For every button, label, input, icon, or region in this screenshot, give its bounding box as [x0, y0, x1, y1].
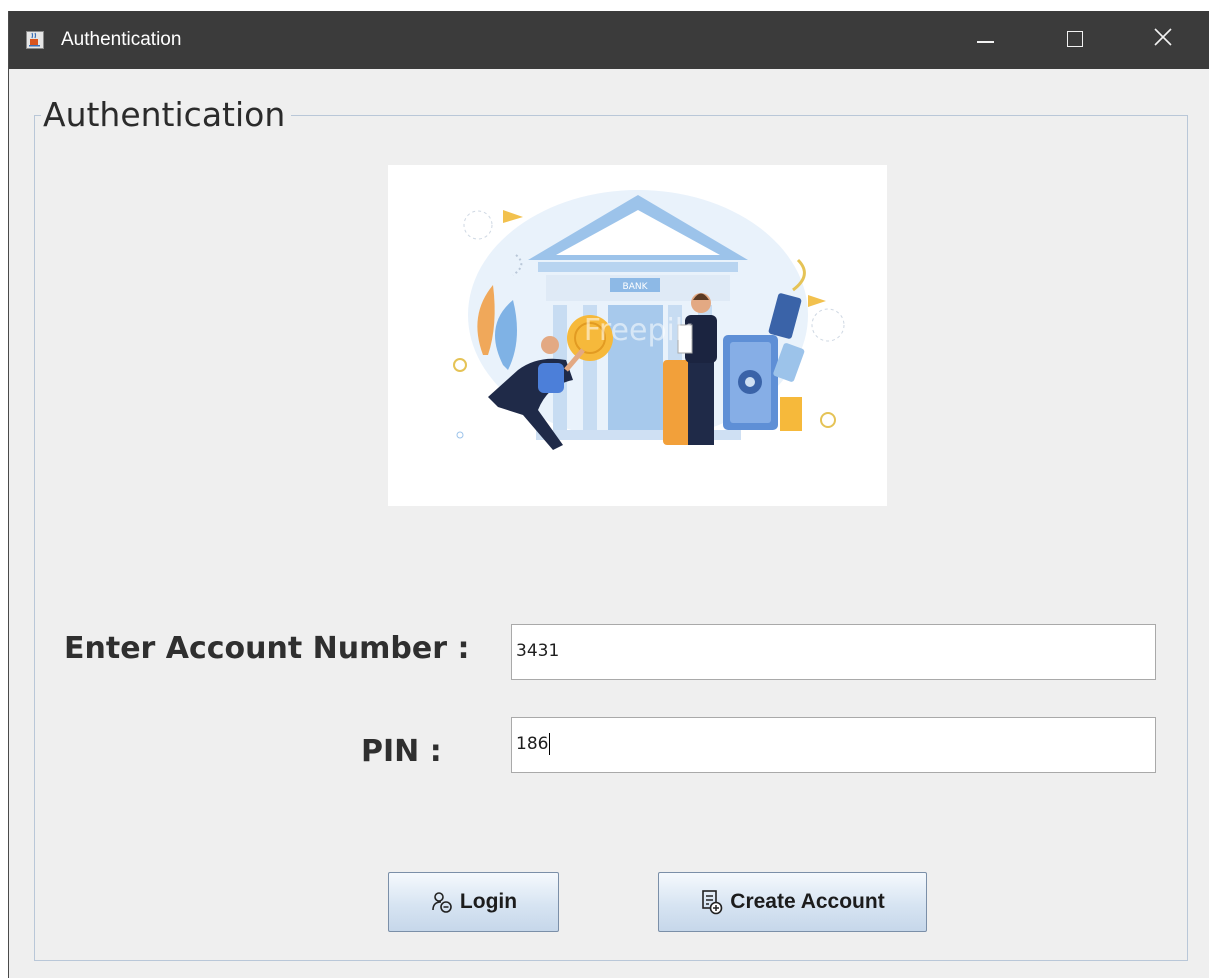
maximize-button[interactable]	[1045, 11, 1105, 69]
java-cup-icon	[26, 31, 44, 49]
panel-legend: Authentication	[41, 95, 292, 135]
text-caret	[549, 733, 551, 755]
add-document-icon	[702, 890, 723, 915]
bank-illustration: BANK Freepik	[388, 165, 887, 506]
title-bar[interactable]: Authentication	[9, 11, 1209, 69]
pin-label: PIN :	[361, 734, 442, 769]
minimize-button[interactable]	[955, 11, 1015, 69]
create-account-button[interactable]: Create Account	[658, 872, 927, 932]
maximize-icon	[1067, 31, 1083, 47]
pin-value: 186	[516, 734, 549, 754]
bank-sign-text: BANK	[623, 282, 649, 292]
user-login-icon	[432, 892, 452, 913]
close-icon	[1154, 28, 1172, 46]
authentication-window: Authentication Authentication BANK Freep…	[8, 11, 1209, 978]
minimize-icon	[977, 41, 994, 43]
login-button[interactable]: Login	[388, 872, 559, 932]
login-label: Login	[459, 890, 518, 913]
account-number-value: 3431	[516, 641, 560, 661]
window-title: Authentication	[61, 29, 182, 50]
close-button[interactable]	[1133, 11, 1193, 69]
account-number-input[interactable]: 3431	[511, 624, 1156, 680]
create-account-label: Create Account	[730, 890, 885, 913]
illustration-watermark: Freepik	[584, 313, 693, 348]
pin-input[interactable]: 186	[511, 717, 1156, 773]
account-number-label: Enter Account Number :	[64, 631, 470, 666]
